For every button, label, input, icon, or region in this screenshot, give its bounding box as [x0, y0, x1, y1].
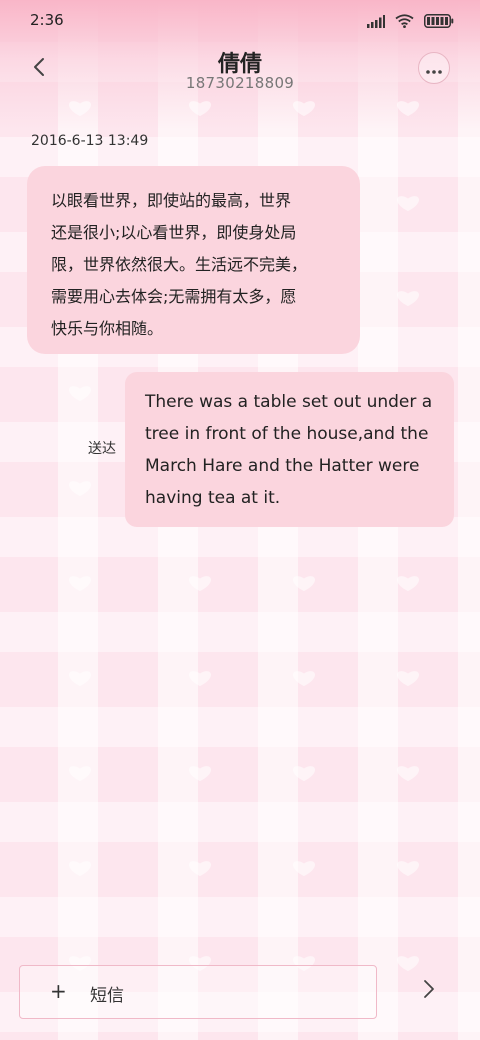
status-icons	[367, 13, 454, 32]
add-attachment-icon[interactable]: +	[50, 979, 67, 1003]
chevron-right-icon	[423, 979, 435, 1003]
incoming-message-bubble[interactable]: 以眼看世界，即使站的最高，世界 还是很小;以心看世界，即使身处局 限，世界依然很…	[27, 166, 360, 354]
message-timestamp: 2016-6-13 13:49	[31, 133, 149, 149]
contact-phone-number: 18730218809	[185, 74, 295, 92]
status-bar: 2:36	[0, 0, 480, 42]
signal-icon	[367, 13, 385, 32]
wifi-icon	[395, 13, 414, 32]
more-options-button[interactable]	[418, 52, 450, 84]
compose-placeholder: 短信	[90, 986, 124, 1006]
delivery-status: 送达	[88, 441, 116, 457]
message-compose-box[interactable]: + 短信	[19, 965, 377, 1019]
conversation-header: 倩倩 18730218809	[0, 42, 480, 102]
outgoing-message-bubble[interactable]: There was a table set out under a tree i…	[125, 372, 454, 527]
more-options-icon	[426, 59, 442, 78]
send-button[interactable]	[414, 976, 444, 1006]
battery-icon	[424, 13, 454, 32]
status-time: 2:36	[30, 11, 64, 29]
